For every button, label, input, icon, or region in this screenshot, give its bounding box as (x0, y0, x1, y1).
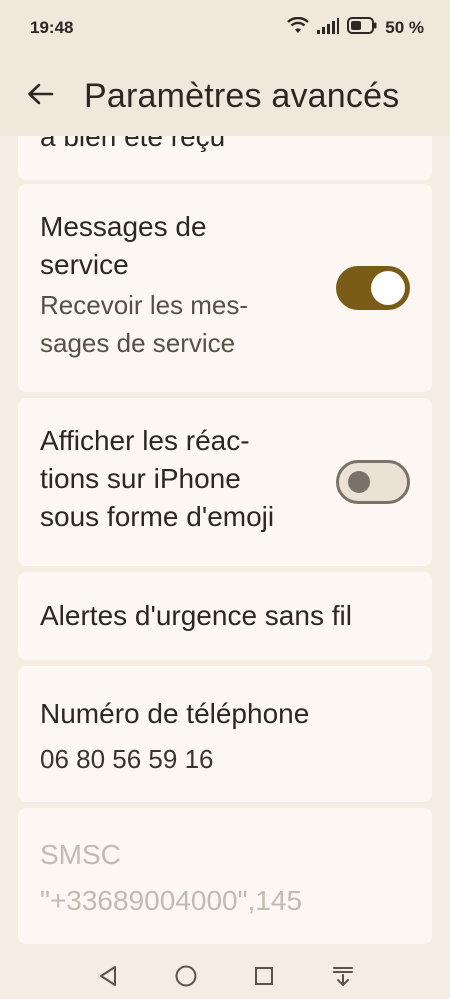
setting-service-sub-line1: Recevoir les mes- (40, 290, 249, 320)
nav-back-icon (95, 966, 121, 993)
setting-emergency-alerts[interactable]: Alertes d'urgence sans fil (18, 572, 432, 660)
setting-phone-value: 06 80 56 59 16 (40, 744, 214, 774)
signal-icon (317, 17, 340, 39)
setting-service-title-line1: Messages de (40, 211, 207, 242)
setting-phone-text: Numéro de téléphone 06 80 56 59 16 (40, 692, 309, 782)
setting-service-text: Messages de service Recevoir les mes- sa… (40, 208, 248, 362)
setting-reactions-line2: tions sur iPhone (40, 463, 241, 494)
nav-menu-button[interactable] (330, 963, 356, 989)
toggle-knob (348, 471, 370, 493)
nav-home-icon (173, 965, 199, 993)
setting-smsc: SMSC "+33689004000",145 (18, 808, 432, 944)
nav-recents-button[interactable] (251, 963, 277, 989)
status-bar: 19:48 50 % (0, 0, 450, 56)
nav-recents-icon (251, 967, 277, 993)
battery-level: 50 % (385, 18, 424, 37)
app-bar: Paramètres avancés (0, 56, 450, 136)
iphone-reactions-toggle[interactable] (336, 460, 410, 504)
nav-menu-icon (330, 967, 356, 993)
setting-reactions-text: Afficher les réac- tions sur iPhone sous… (40, 422, 274, 536)
status-icons: 50 % (287, 16, 424, 40)
back-arrow-icon (26, 82, 54, 111)
nav-home-button[interactable] (173, 963, 199, 989)
setting-phone-title: Numéro de téléphone (40, 698, 310, 729)
setting-service-title-line2: service (40, 249, 129, 280)
setting-service-sub-line2: sages de service (40, 328, 236, 358)
back-button[interactable] (10, 66, 70, 126)
system-nav-bar (0, 951, 450, 999)
setting-alerts-title: Alertes d'urgence sans fil (40, 600, 352, 631)
settings-list[interactable]: a bien été reçu Messages de service Rece… (0, 136, 450, 951)
nav-back-button[interactable] (95, 963, 121, 989)
setting-phone-number[interactable]: Numéro de téléphone 06 80 56 59 16 (18, 666, 432, 802)
setting-smsc-text: SMSC "+33689004000",145 (40, 832, 302, 924)
status-time: 19:48 (30, 18, 74, 37)
setting-smsc-title: SMSC (40, 839, 121, 870)
toggle-knob (371, 271, 405, 305)
service-messages-toggle[interactable] (336, 266, 410, 310)
wifi-icon (287, 16, 310, 40)
setting-smsc-value: "+33689004000",145 (40, 885, 303, 916)
battery-icon (347, 17, 377, 39)
setting-service-messages[interactable]: Messages de service Recevoir les mes- sa… (18, 184, 432, 392)
setting-reactions-line3: sous forme d'emoji (40, 501, 275, 532)
setting-iphone-reactions[interactable]: Afficher les réac- tions sur iPhone sous… (18, 398, 432, 566)
setting-card-partial[interactable]: a bien été reçu (18, 136, 432, 180)
setting-reactions-line1: Afficher les réac- (40, 425, 250, 456)
setting-partial-text: a bien été reçu (40, 136, 226, 152)
page-title: Paramètres avancés (84, 76, 400, 115)
